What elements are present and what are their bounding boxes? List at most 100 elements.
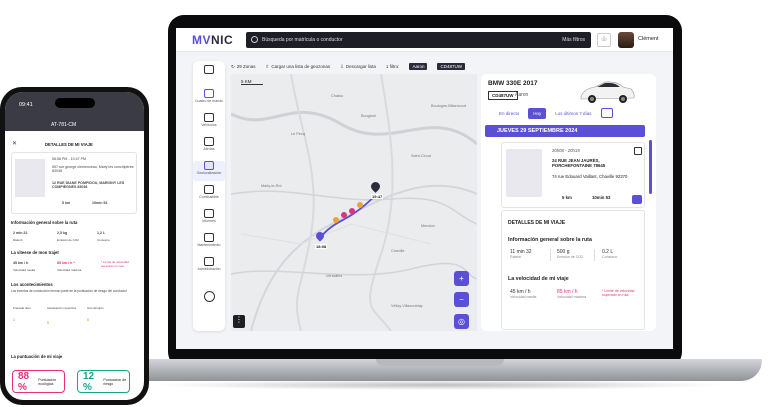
- recenter-button[interactable]: ◎: [454, 314, 469, 329]
- speed-average: 45 km / h Velocidad media: [510, 289, 536, 299]
- phone-speed-title: La viteese de mon trajet: [11, 250, 59, 255]
- trip-details: DETALLES DE MI VIAJE Información general…: [501, 210, 645, 330]
- panel-scrollbar[interactable]: [649, 140, 652, 194]
- filter-count: 1 filtro:: [385, 64, 400, 69]
- more-filters-button[interactable]: Más filtros: [562, 37, 585, 43]
- zones-button[interactable]: ↻ 29 Zonas: [231, 64, 256, 70]
- upload-zones-button[interactable]: ⇧ Cargar una lista de geozonas: [266, 64, 331, 70]
- event-count: 0: [87, 318, 89, 322]
- search-placeholder: Búsqueda por matrícula o conductor: [262, 37, 343, 43]
- sidebar-item-label: Mantenimiento: [197, 243, 221, 247]
- phone-trip-card[interactable]: 06:58 PM - 10:47 PM 557 rue george cléme…: [11, 152, 137, 214]
- search-input[interactable]: Búsqueda por matrícula o conductor Más f…: [246, 32, 591, 48]
- map-place-label: Vélizy-Villacoublay: [391, 304, 423, 308]
- divider: [550, 249, 551, 261]
- map-place-label: Chatou: [331, 94, 344, 98]
- phone-speed-avg: 45 km / h: [13, 261, 29, 265]
- tab-last-7-days[interactable]: Los últimos 7 días: [550, 108, 596, 119]
- sidebar-item-maintenance[interactable]: Mantenimiento: [193, 233, 225, 253]
- download-icon: ⇩: [340, 63, 344, 69]
- map-place-label: Bougival: [361, 114, 376, 118]
- sidebar-item-label: Combustible: [199, 195, 219, 199]
- map-place-label: Saint-Cloud: [411, 154, 431, 158]
- phone-from: 557 rue george clémenceau, Marly les con…: [52, 165, 134, 173]
- help-button[interactable]: [193, 291, 225, 311]
- sidebar-item-label: Informes: [202, 219, 216, 223]
- trip-checkbox[interactable]: [634, 147, 642, 155]
- start-time-label: 18:08: [315, 244, 328, 249]
- download-label: Descargar lista: [345, 64, 376, 69]
- map-canvas: [231, 74, 477, 331]
- filter-tag-plate[interactable]: CD487UW: [437, 63, 465, 70]
- map-view[interactable]: 5 KM 19:47 18:08 Bougival Chatou Le Pecq…: [231, 74, 477, 331]
- tab-today[interactable]: Hoy: [528, 108, 547, 119]
- dynamic-island: [55, 98, 95, 108]
- tab-live[interactable]: En directo: [494, 108, 524, 119]
- sidebar-item-geolocation[interactable]: Geolocalización: [193, 161, 225, 181]
- phone-trip-thumbnail: [15, 159, 45, 197]
- download-list-button[interactable]: ⇩ Descargar lista: [340, 64, 376, 70]
- phone-duration: 10min 53: [92, 201, 108, 205]
- collapse-button[interactable]: [632, 195, 642, 204]
- laptop-notch: [376, 359, 504, 366]
- eco-score-value: 88 %: [18, 370, 30, 393]
- laptop-base: [118, 359, 762, 381]
- sidebar-item-alerts[interactable]: Alertas: [193, 137, 225, 157]
- plate-badge: CD487UW: [488, 91, 518, 100]
- bell-icon[interactable]: ♧: [597, 33, 611, 47]
- logo-prefix: MV: [192, 32, 211, 47]
- refresh-icon: ↻: [231, 63, 235, 69]
- map-place-label: Versailles: [326, 274, 343, 278]
- user-name[interactable]: Clément: [638, 36, 658, 42]
- sidebar-item-admin[interactable]: Administración: [193, 257, 225, 277]
- phone-speed-max: 85 km / h *: [57, 261, 75, 265]
- period-tabs: En directo Hoy Los últimos 7 días: [494, 108, 613, 119]
- filter-tag-driver[interactable]: Aaron: [409, 63, 428, 70]
- map-scale: 5 KM: [241, 79, 263, 85]
- sidebar-item-label: Administración: [197, 267, 221, 271]
- more-options-icon[interactable]: ⋮: [233, 315, 245, 328]
- event-marker[interactable]: [349, 208, 355, 214]
- zoom-out-button[interactable]: −: [454, 292, 469, 307]
- sidebar-item-fuel[interactable]: Combustible: [193, 185, 225, 205]
- sidebar-item-dashboard[interactable]: Cuadro de mando: [193, 89, 225, 109]
- risk-score-label: Puntuación de riesgo: [103, 377, 127, 386]
- phone-score-title: La puntuación de mi viaje: [11, 354, 63, 359]
- event-marker[interactable]: [333, 217, 339, 223]
- sidebar-toggle[interactable]: [193, 65, 225, 85]
- calendar-icon[interactable]: [600, 108, 613, 118]
- phone-speed-avg-label: Velocidad media: [13, 268, 36, 272]
- phone-stat-label: Emisión de CO2: [57, 238, 79, 242]
- speed-max-label: Velocidad máxima: [557, 295, 587, 299]
- stat-co2: 500 g Emisión de CO2: [557, 249, 583, 259]
- logo-suffix: NIC: [211, 32, 234, 47]
- phone-stat-value: 2 min 22: [13, 231, 28, 235]
- date-bar[interactable]: JUEVES 29 SEPTIEMBRE 2024: [485, 125, 645, 137]
- map-place-label: Meudon: [421, 224, 435, 228]
- stat-label: Ralentí: [510, 255, 522, 259]
- event-marker[interactable]: [357, 202, 363, 208]
- sidebar-item-reports[interactable]: Informes: [193, 209, 225, 229]
- phone-distance: 5 km: [62, 201, 71, 205]
- zoom-in-button[interactable]: +: [454, 271, 469, 286]
- sidebar-toggle-icon: [204, 65, 214, 74]
- wrench-icon: [204, 233, 214, 242]
- stat-idle: 11 min 32 Ralentí: [510, 249, 532, 259]
- avatar[interactable]: [618, 32, 634, 48]
- trip-time-range: 20h08 - 20h19: [552, 148, 580, 153]
- speed-max: 85 km / h Velocidad máxima: [557, 289, 586, 299]
- close-icon[interactable]: ✕: [12, 140, 17, 147]
- event-marker[interactable]: [341, 212, 347, 218]
- phone-plate: AT-781-CM: [51, 122, 77, 128]
- speed-note: * Límite de velocidad superado en ruta: [602, 289, 635, 297]
- trip-card[interactable]: 20h08 - 20h19 24 RUE JEAN JAURÈS, PORCHE…: [501, 142, 645, 208]
- dashboard-icon: [204, 89, 214, 98]
- event-label: Frenado duro: [13, 306, 32, 310]
- laptop-screen: MVNIC Búsqueda por matrícula o conductor…: [176, 28, 673, 349]
- phone-to: 12 RUE DIANE POMPIDOU, MARIGNY LES COMPI…: [52, 181, 125, 189]
- app-logo[interactable]: MVNIC: [192, 33, 233, 47]
- trip-to: 74 rue Edouard Vaillant, Chaville 92370: [552, 174, 628, 179]
- sidebar-item-vehicles[interactable]: Vehículos: [193, 113, 225, 133]
- trip-from: 24 RUE JEAN JAURÈS, PORCHEFONTAINE 78645: [552, 158, 606, 168]
- map-place-label: Chaville: [391, 249, 405, 253]
